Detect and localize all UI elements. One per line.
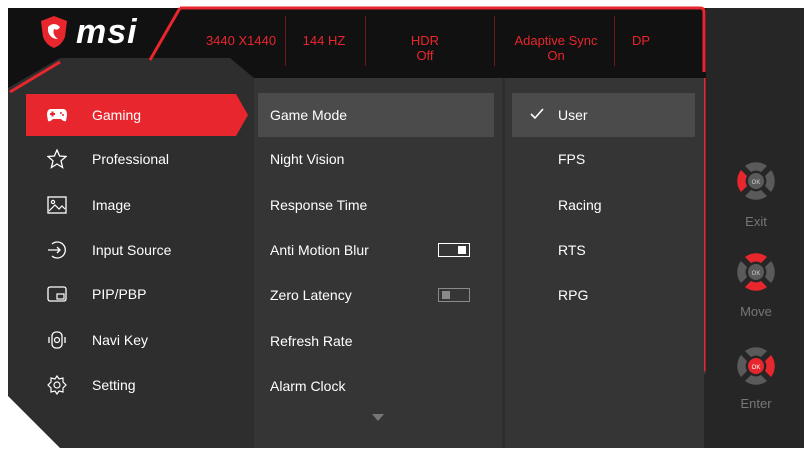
svg-text:OK: OK [752,271,761,277]
menu-item-label: Professional [92,151,170,167]
menu-item-label: Input Source [92,242,172,258]
navi-key-press-icon: OK [737,347,775,385]
menu-item-label: Image [92,197,131,213]
menu-item-input-source[interactable]: Input Source [26,229,236,271]
menu-item-image[interactable]: Image [26,184,236,226]
gear-icon [46,374,68,396]
status-resolution: 3440 X1440 [205,33,277,48]
input-source-icon [46,239,68,261]
navi-key-left-icon: OK [737,162,775,200]
star-icon [46,148,68,170]
menu-item-label: Setting [92,377,136,393]
zero-latency-toggle[interactable] [438,288,470,302]
navi-key-updown-icon: OK [737,253,775,291]
dragon-shield-icon [41,16,67,48]
brand-name: msi [76,12,138,51]
status-hdr: HDR Off [410,33,440,63]
navi-key-enter-label: Enter [740,396,772,411]
active-pointer [236,94,248,136]
menu-item-label: Navi Key [92,332,149,348]
check-icon [530,107,546,123]
menu-item-professional[interactable]: Professional [26,138,236,180]
anti-motion-blur-toggle[interactable] [438,243,470,257]
brand-logo: msi [40,12,138,52]
menu-item-pip-pbp[interactable]: PIP/PBP [26,273,236,315]
navi-key-icon [46,329,68,351]
menu-item-gaming[interactable]: Gaming [26,94,236,136]
svg-text:OK: OK [752,365,761,371]
sub-item-response-time[interactable]: Response Time [258,183,494,227]
option-racing[interactable]: Racing [512,183,695,227]
sub-item-zero-latency[interactable]: Zero Latency [258,273,494,317]
sub-item-anti-motion-blur[interactable]: Anti Motion Blur [258,228,494,272]
option-fps[interactable]: FPS [512,137,695,181]
sub-item-refresh-rate[interactable]: Refresh Rate [258,319,494,363]
svg-text:OK: OK [752,180,761,186]
pip-icon [46,283,68,305]
gamepad-icon [46,104,68,126]
menu-item-navi-key[interactable]: Navi Key [26,319,236,361]
sub-item-game-mode[interactable]: Game Mode [258,93,494,137]
menu-item-label: Gaming [92,107,142,123]
option-user[interactable]: User [512,93,695,137]
option-rpg[interactable]: RPG [512,273,695,317]
menu-item-label: PIP/PBP [92,286,147,302]
navi-key-exit-label: Exit [745,214,767,229]
menu-item-setting[interactable]: Setting [26,364,236,406]
status-input: DP [631,33,651,48]
sub-item-alarm-clock[interactable]: Alarm Clock [258,364,494,408]
status-adaptive-sync: Adaptive Sync On [514,33,598,63]
option-rts[interactable]: RTS [512,228,695,272]
navi-key-move-label: Move [740,304,772,319]
sub-item-night-vision[interactable]: Night Vision [258,137,494,181]
image-icon [46,194,68,216]
status-refresh: 144 HZ [302,33,346,48]
